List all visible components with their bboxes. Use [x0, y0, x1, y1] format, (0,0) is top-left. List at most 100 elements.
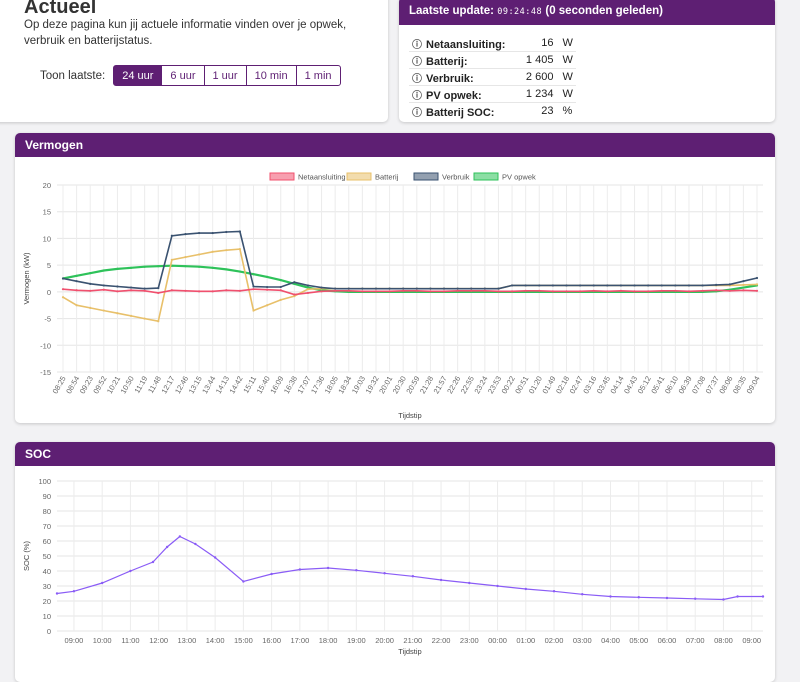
data-point [102, 269, 105, 272]
data-point [388, 287, 391, 290]
status-label: PV opwek: [426, 89, 482, 102]
range-1min-button[interactable]: 1 min [295, 65, 341, 86]
info-icon[interactable]: ⓘ [412, 104, 422, 119]
y-tick-label: 20 [43, 597, 51, 606]
status-unit: % [559, 102, 576, 119]
data-point [266, 275, 269, 278]
info-icon[interactable]: ⓘ [412, 53, 422, 68]
last-update-time: 09:24:48 [497, 7, 543, 17]
info-icon[interactable]: ⓘ [412, 36, 422, 51]
range-10min-button[interactable]: 10 min [245, 65, 297, 86]
vermogen-chart[interactable]: -15-10-50510152008:2508:5409:2309:5210:2… [15, 157, 775, 423]
data-point [578, 290, 582, 293]
x-tick-label: 17:00 [290, 636, 309, 645]
data-point [742, 283, 745, 287]
data-point [306, 284, 310, 287]
data-point [238, 289, 242, 292]
x-tick-label: 00:00 [488, 636, 507, 645]
x-tick-label: 09:00 [742, 636, 761, 645]
legend-swatch [473, 172, 499, 181]
status-value: 2 600 [508, 68, 560, 86]
data-point [388, 290, 391, 293]
status-unit: W [559, 51, 576, 69]
data-point [197, 253, 201, 256]
actueel-card: Actueel Op deze pagina kun jij actuele i… [0, 0, 388, 122]
status-row: ⓘ PV opwek: 1 234 W [409, 85, 576, 103]
data-point [510, 290, 514, 293]
data-point [211, 266, 214, 269]
data-point [742, 289, 745, 292]
data-point [270, 572, 273, 576]
data-point [184, 233, 187, 236]
data-point [293, 281, 296, 284]
y-tick-label: 0 [47, 627, 51, 636]
data-point [184, 256, 187, 259]
info-icon[interactable]: ⓘ [412, 70, 422, 85]
data-point [687, 284, 691, 287]
x-tick-label: 02:00 [545, 636, 564, 645]
status-row: ⓘ Batterij SOC: 23 % [409, 102, 576, 119]
legend-label: Verbruik [442, 173, 470, 182]
soc-chart[interactable]: 0 10 20 30 40 50 60 70 80 90 100 09:00 10:00 11:00 12:… [15, 466, 775, 682]
data-point [55, 592, 59, 595]
data-point [184, 289, 187, 292]
data-point [266, 288, 269, 291]
legend-label: Batterij [375, 173, 399, 182]
data-point [483, 289, 486, 292]
status-value: 1 405 [508, 51, 560, 69]
data-point [89, 306, 92, 309]
x-tick-label: 13:00 [178, 636, 197, 645]
time-range-label: Toon laatste: [40, 69, 106, 82]
data-point [439, 578, 443, 582]
range-24h-button[interactable]: 24 uur [113, 65, 163, 86]
legend-label: PV opwek [502, 173, 536, 182]
data-point [298, 568, 302, 571]
x-tick-label: 06:00 [658, 636, 677, 645]
data-point [334, 287, 337, 290]
status-unit: W [559, 85, 576, 103]
data-point [609, 595, 612, 598]
data-point [715, 289, 718, 292]
x-tick-label: 10:00 [93, 636, 112, 645]
y-tick-label: 70 [43, 522, 51, 531]
data-point [116, 267, 119, 270]
data-point [129, 266, 133, 269]
data-point [470, 289, 473, 292]
data-point [429, 290, 432, 293]
data-point [293, 293, 296, 296]
x-tick-label: 08:00 [714, 636, 733, 645]
x-tick-label: 07:00 [686, 636, 705, 645]
y-tick-label: 5 [47, 261, 51, 270]
last-update-label: Laatste update: [409, 5, 494, 17]
info-icon[interactable]: ⓘ [412, 87, 422, 102]
y-axis-label: SOC (%) [22, 540, 31, 571]
data-point [442, 287, 446, 290]
range-1h-button[interactable]: 1 uur [203, 65, 247, 86]
x-tick-label: 23:00 [460, 636, 479, 645]
status-value: 16 [541, 37, 554, 49]
y-tick-label: 10 [43, 234, 51, 243]
legend-label: Netaansluiting [298, 173, 346, 182]
data-point [279, 289, 282, 292]
data-point [197, 231, 201, 235]
data-point [157, 291, 160, 295]
data-point [755, 276, 759, 280]
x-tick-label: 14:42 [227, 375, 244, 396]
data-point [116, 290, 119, 293]
data-point [211, 290, 214, 293]
data-point [61, 277, 65, 280]
data-point [674, 289, 677, 292]
range-6h-button[interactable]: 6 uur [161, 65, 205, 86]
data-point [252, 309, 255, 312]
y-tick-label: 60 [43, 537, 51, 546]
data-point [606, 284, 609, 287]
x-tick-label: 21:00 [403, 636, 422, 645]
data-point [581, 593, 584, 596]
data-point [170, 234, 173, 237]
x-tick-label: 11:00 [121, 636, 139, 645]
data-point [306, 291, 310, 295]
data-point [374, 290, 378, 293]
x-tick-label: 04:00 [601, 636, 620, 645]
x-tick-label: 18:00 [319, 636, 338, 645]
x-tick-label: 19:00 [347, 636, 366, 645]
